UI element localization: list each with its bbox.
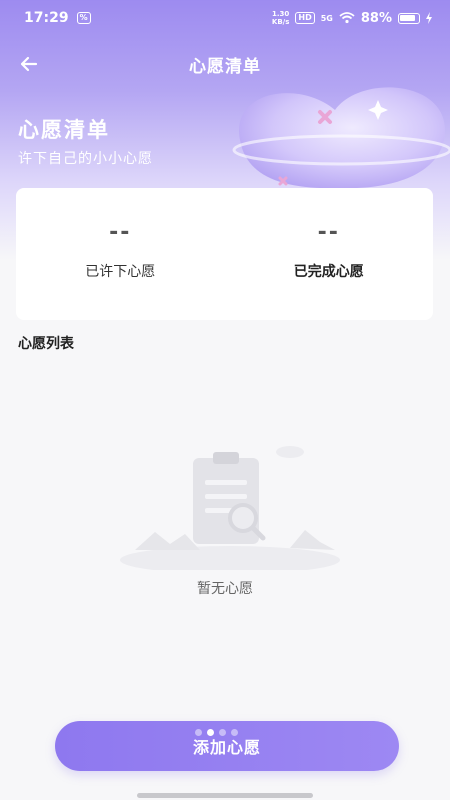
network-type: 5G — [320, 13, 333, 23]
stat-made-label: 已许下心愿 — [85, 264, 156, 280]
add-wish-label: 添加心愿 — [192, 738, 261, 757]
stats-card: -- 已许下心愿 -- 已完成心愿 — [16, 188, 433, 320]
page-dot — [207, 729, 214, 736]
back-arrow-icon[interactable] — [16, 50, 44, 78]
hero-title: 心愿清单 — [18, 118, 110, 142]
page-indicator — [195, 729, 238, 736]
status-bar: 17:29 % 1.30 KB/s HD 5G 88% — [0, 0, 450, 36]
network-speed: 1.30 KB/s — [272, 10, 289, 26]
page-title: 心愿清单 — [189, 56, 261, 77]
stat-made-value: -- — [109, 220, 132, 245]
empty-state-text: 暂无心愿 — [197, 581, 253, 597]
page-dot — [195, 729, 202, 736]
stat-completed-label: 已完成心愿 — [293, 264, 364, 280]
stat-made-wishes[interactable]: -- 已许下心愿 — [16, 188, 225, 320]
empty-clipboard-icon — [120, 446, 340, 570]
home-indicator[interactable] — [137, 793, 313, 798]
hero-subtitle: 许下自己的小小心愿 — [18, 151, 153, 167]
hd-icon: HD — [295, 12, 315, 24]
battery-icon — [398, 12, 420, 24]
network-speed-unit: KB/s — [271, 18, 290, 26]
page-dot — [219, 729, 226, 736]
notification-badge-icon: % — [76, 12, 91, 24]
stat-completed-wishes[interactable]: -- 已完成心愿 — [225, 188, 434, 320]
network-speed-value: 1.30 — [272, 10, 290, 18]
stat-completed-value: -- — [317, 220, 340, 245]
page-dot — [231, 729, 238, 736]
charging-icon — [426, 12, 432, 24]
wifi-icon — [339, 12, 355, 24]
heart-illustration — [232, 87, 450, 189]
battery-percent: 88% — [360, 10, 392, 26]
wish-list-title: 心愿列表 — [18, 336, 74, 352]
nav-bar: 心愿清单 — [0, 46, 450, 82]
status-time: 17:29 — [24, 10, 69, 26]
